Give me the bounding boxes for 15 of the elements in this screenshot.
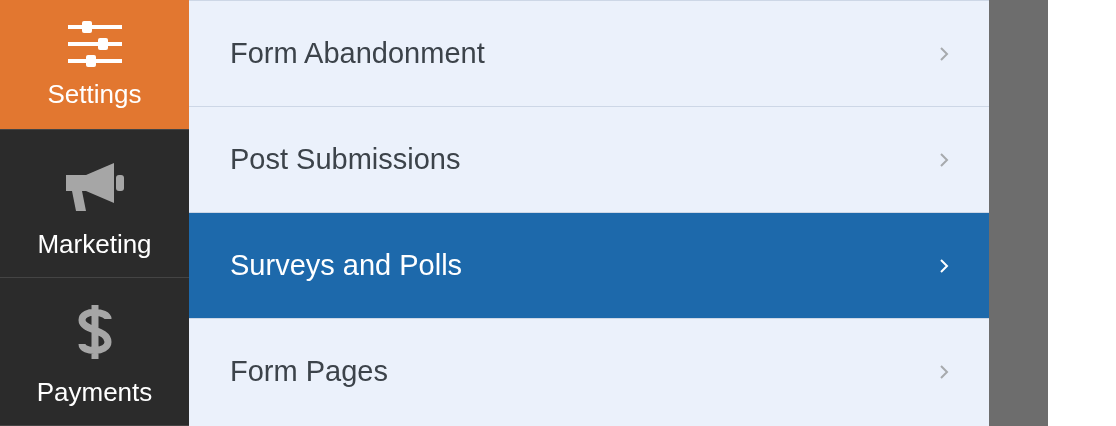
- sidebar-label: Settings: [47, 80, 142, 107]
- chevron-icon: [939, 257, 949, 274]
- megaphone-icon: [63, 160, 126, 213]
- sidebar-label: Payments: [36, 379, 153, 405]
- row-label: Form Pages: [230, 353, 388, 389]
- chevron-icon: [939, 363, 949, 380]
- dollar-icon: [77, 303, 112, 361]
- chevron-icon: [939, 151, 949, 168]
- sliders-icon: [67, 20, 122, 67]
- menu-row[interactable]: Surveys and Polls: [189, 212, 989, 318]
- row-label: Surveys and Polls: [230, 247, 463, 283]
- row-label: Post Submissions: [230, 141, 461, 177]
- sidebar-label: Marketing: [37, 230, 152, 257]
- row-label: Form Abandonment: [230, 35, 485, 71]
- chevron-icon: [939, 45, 949, 62]
